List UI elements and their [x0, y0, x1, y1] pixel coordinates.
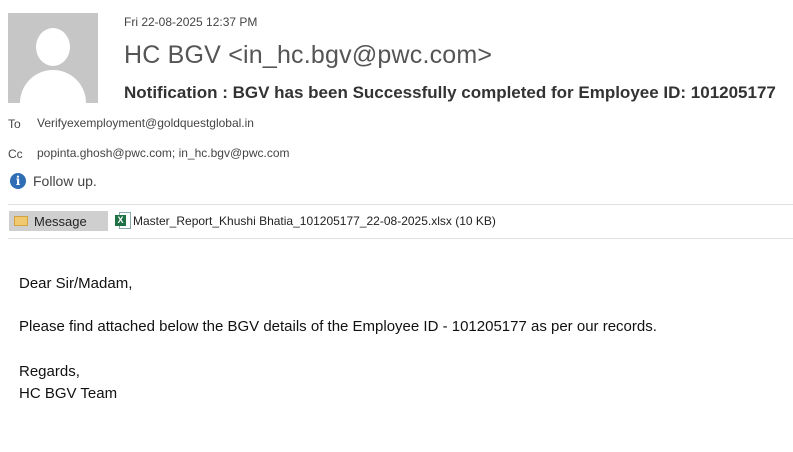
cc-label: Cc: [8, 147, 23, 161]
attachment-file[interactable]: X Master_Report_Khushi Bhatia_101205177_…: [115, 212, 496, 230]
sender-name[interactable]: HC BGV <in_hc.bgv@pwc.com>: [124, 41, 492, 70]
follow-up-flag: i Follow up.: [10, 173, 97, 189]
follow-up-text: Follow up.: [33, 173, 97, 189]
excel-file-icon: X: [115, 212, 131, 230]
body-closing: Regards,: [19, 363, 80, 380]
sender-avatar: [8, 13, 98, 103]
message-tab[interactable]: Message: [9, 211, 108, 231]
attachment-label: Master_Report_Khushi Bhatia_101205177_22…: [133, 214, 496, 228]
body-greeting: Dear Sir/Madam,: [19, 275, 133, 292]
avatar-body-shape: [20, 70, 86, 103]
envelope-icon: [14, 216, 28, 226]
cc-recipients[interactable]: popinta.ghosh@pwc.com; in_hc.bgv@pwc.com: [37, 146, 290, 160]
to-recipients[interactable]: Verifyexemployment@goldquestglobal.in: [37, 116, 254, 130]
divider-top: [8, 204, 793, 205]
info-icon: i: [10, 173, 26, 189]
body-line: Please find attached below the BGV detai…: [19, 318, 657, 335]
sent-date: Fri 22-08-2025 12:37 PM: [124, 15, 258, 29]
message-tab-label: Message: [34, 213, 87, 229]
body-signature: HC BGV Team: [19, 385, 118, 402]
to-label: To: [8, 117, 21, 131]
divider-bottom: [8, 238, 793, 239]
email-subject: Notification : BGV has been Successfully…: [124, 83, 776, 102]
avatar-head-shape: [36, 28, 70, 66]
